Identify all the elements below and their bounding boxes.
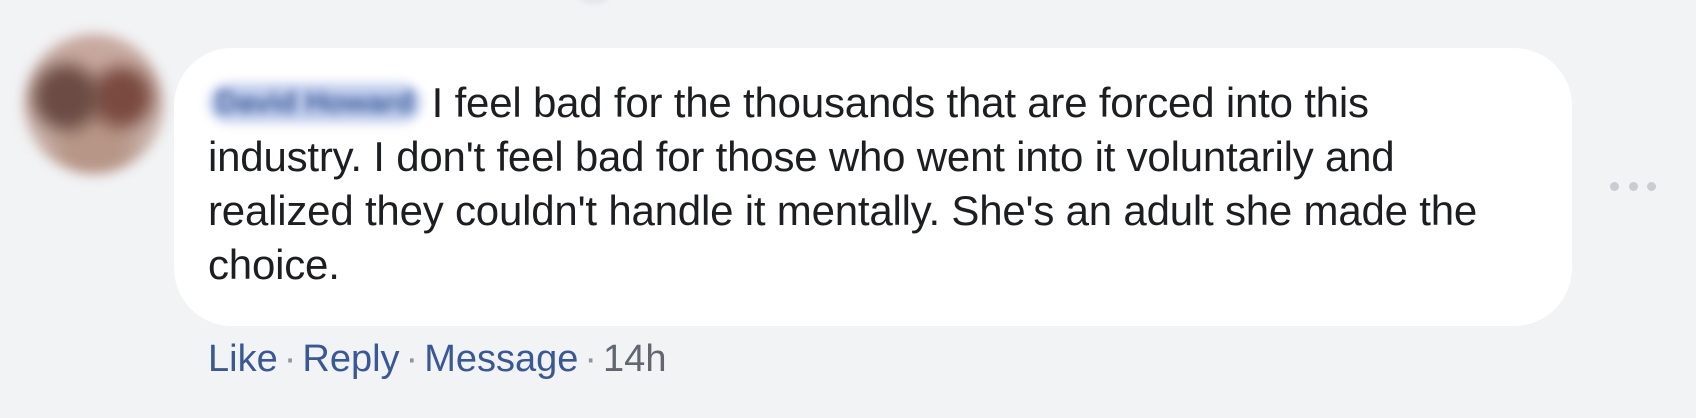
top-edge-artifact — [580, 0, 608, 4]
action-separator: · — [405, 338, 419, 380]
message-link[interactable]: Message — [424, 338, 578, 380]
more-dot — [1628, 181, 1638, 191]
comment-body: David Howard I feel bad for the thousands… — [208, 76, 1524, 292]
more-options-icon[interactable] — [1610, 174, 1656, 198]
comment-bubble: David Howard I feel bad for the thousands… — [174, 48, 1572, 326]
comment-actions: Like · Reply · Message · 14h — [208, 334, 666, 384]
timestamp[interactable]: 14h — [603, 338, 666, 380]
more-dot — [1610, 181, 1619, 191]
more-dot — [1647, 181, 1656, 191]
author-name-link[interactable]: David Howard — [208, 82, 422, 123]
action-separator: · — [584, 338, 598, 380]
like-link[interactable]: Like — [208, 338, 278, 380]
action-separator: · — [283, 338, 297, 380]
avatar[interactable] — [24, 34, 164, 174]
reply-link[interactable]: Reply — [302, 338, 399, 380]
